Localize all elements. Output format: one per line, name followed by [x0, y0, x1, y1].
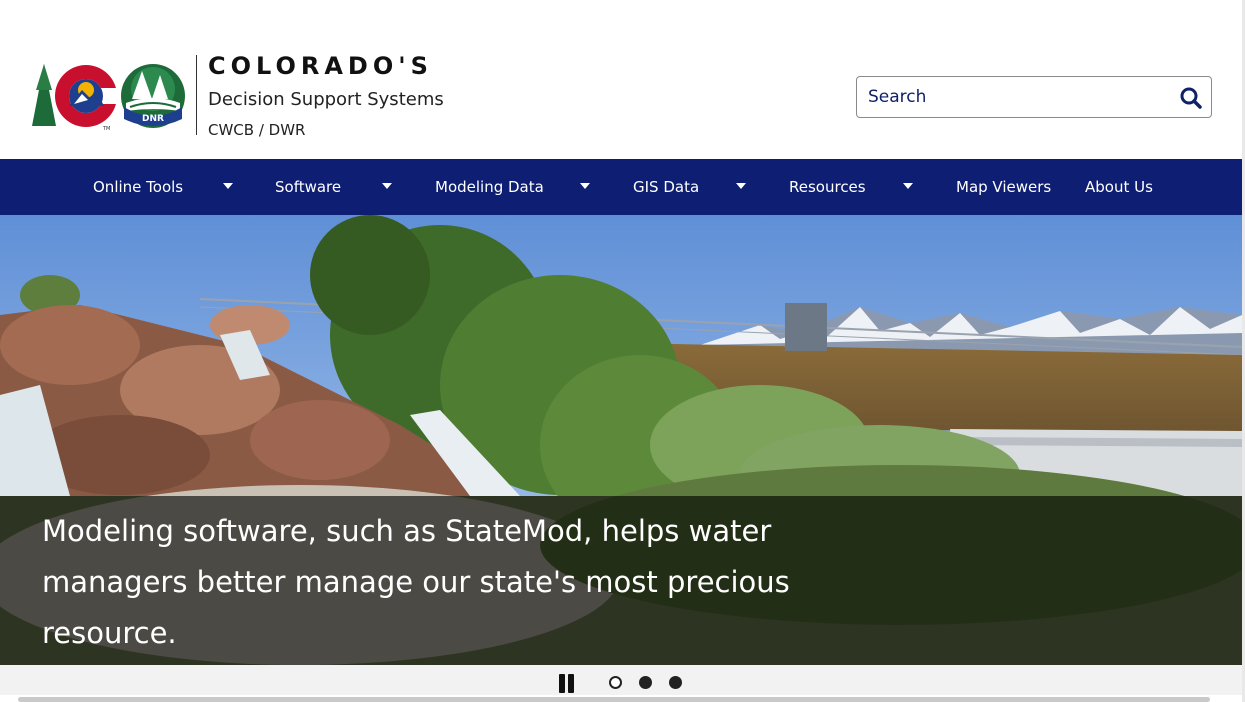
- carousel-dot-3[interactable]: [669, 676, 682, 689]
- nav-item-about-us[interactable]: About Us: [1085, 159, 1153, 215]
- pause-icon[interactable]: [557, 674, 575, 694]
- dnr-logo-icon: DNR: [121, 64, 185, 128]
- site-header: TM DNR COLORADO'S Decision Support Syste…: [0, 0, 1245, 159]
- home-logo-link[interactable]: TM DNR COLORADO'S Decision Support Syste…: [30, 52, 470, 142]
- main-navigation: Online Tools Software Modeling Data GIS …: [0, 159, 1245, 215]
- caret-down-icon[interactable]: [223, 183, 233, 189]
- dnr-logo-text: DNR: [142, 114, 164, 124]
- carousel-controls: [0, 665, 1245, 695]
- nav-item-online-tools[interactable]: Online Tools: [93, 159, 183, 215]
- brand-title: COLORADO'S: [208, 52, 433, 80]
- search-input[interactable]: [857, 77, 1167, 117]
- colorado-logo-icon: TM: [32, 64, 120, 132]
- nav-item-software[interactable]: Software: [275, 159, 341, 215]
- logo-divider: [196, 55, 197, 135]
- search-icon[interactable]: [1179, 86, 1203, 110]
- nav-item-resources[interactable]: Resources: [789, 159, 866, 215]
- hero-caption: Modeling software, such as StateMod, hel…: [42, 514, 790, 650]
- caret-down-icon[interactable]: [382, 183, 392, 189]
- nav-item-gis-data[interactable]: GIS Data: [633, 159, 699, 215]
- carousel-dot-1[interactable]: [609, 676, 622, 689]
- hero-carousel: Modeling software, such as StateMod, hel…: [0, 215, 1242, 665]
- caret-down-icon[interactable]: [580, 183, 590, 189]
- horizontal-scrollbar[interactable]: [18, 697, 1210, 702]
- brand-subtitle: Decision Support Systems: [208, 89, 444, 110]
- hero-caption-panel: Modeling software, such as StateMod, hel…: [0, 496, 1242, 665]
- caret-down-icon[interactable]: [736, 183, 746, 189]
- trademark-text: TM: [102, 126, 110, 132]
- nav-item-modeling-data[interactable]: Modeling Data: [435, 159, 544, 215]
- carousel-dot-2[interactable]: [639, 676, 652, 689]
- nav-item-map-viewers[interactable]: Map Viewers: [956, 159, 1051, 215]
- search-box: [856, 76, 1212, 118]
- brand-agency: CWCB / DWR: [208, 121, 306, 139]
- caret-down-icon[interactable]: [903, 183, 913, 189]
